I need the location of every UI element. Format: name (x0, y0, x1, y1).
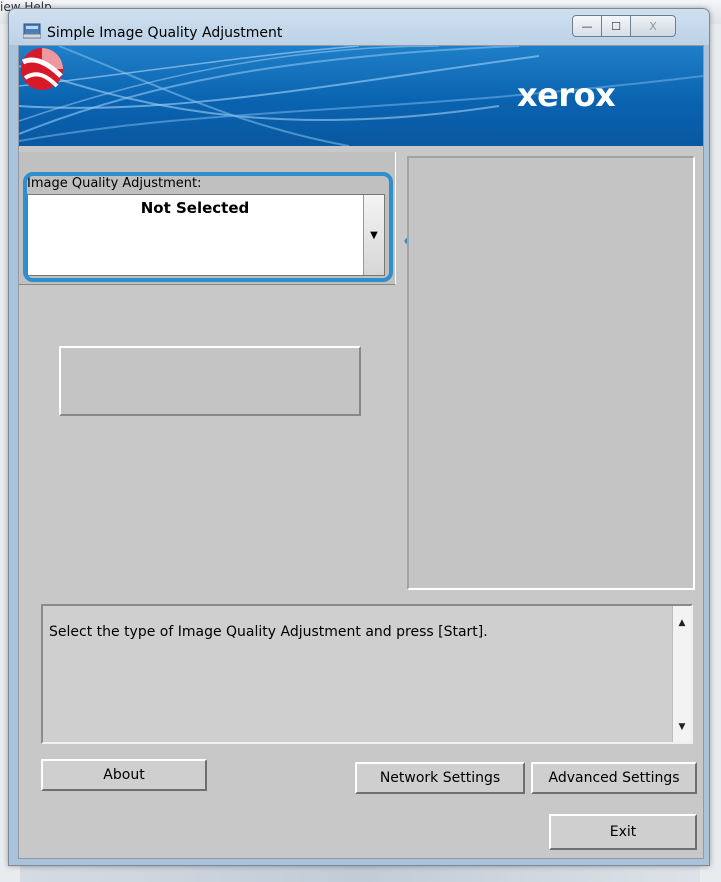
preview-panel (407, 156, 695, 590)
network-settings-button[interactable]: Network Settings (355, 762, 525, 794)
image-quality-dropdown[interactable]: Not Selected ▼ (27, 194, 385, 276)
window-title: Simple Image Quality Adjustment (47, 25, 283, 41)
message-scrollbar[interactable]: ▲ ▼ (672, 606, 691, 742)
exit-button[interactable]: Exit (549, 814, 697, 850)
app-window: Simple Image Quality Adjustment — ☐ X xe… (8, 8, 710, 866)
xerox-logo-text: xerox (517, 76, 616, 114)
image-quality-panel: Image Quality Adjustment: Not Selected ▼ (19, 152, 396, 285)
image-quality-label: Image Quality Adjustment: (27, 176, 202, 191)
client-area: xerox Image Quality Adjustment: Not Sele… (18, 45, 704, 859)
scroll-up-icon[interactable]: ▲ (673, 614, 691, 632)
message-text: Select the type of Image Quality Adjustm… (49, 624, 488, 640)
maximize-icon: ☐ (611, 19, 621, 33)
xerox-banner: xerox (19, 46, 703, 146)
about-button[interactable]: About (41, 759, 207, 791)
maximize-button[interactable]: ☐ (601, 15, 631, 37)
message-box: Select the type of Image Quality Adjustm… (41, 604, 693, 744)
close-icon: X (649, 19, 657, 33)
minimize-button[interactable]: — (572, 15, 602, 37)
dropdown-arrow-icon[interactable]: ▼ (363, 195, 384, 275)
titlebar: Simple Image Quality Adjustment — ☐ X (9, 9, 709, 45)
window-controls: — ☐ X (572, 15, 676, 37)
advanced-settings-button[interactable]: Advanced Settings (531, 762, 697, 794)
image-quality-selected-value: Not Selected (140, 199, 250, 217)
scroll-down-icon[interactable]: ▼ (673, 718, 691, 736)
close-button[interactable]: X (630, 15, 676, 37)
minimize-icon: — (581, 19, 593, 33)
app-icon (23, 23, 41, 39)
xerox-logo-icon (21, 48, 63, 90)
start-button[interactable] (59, 346, 361, 416)
background-taskbar (20, 864, 700, 882)
